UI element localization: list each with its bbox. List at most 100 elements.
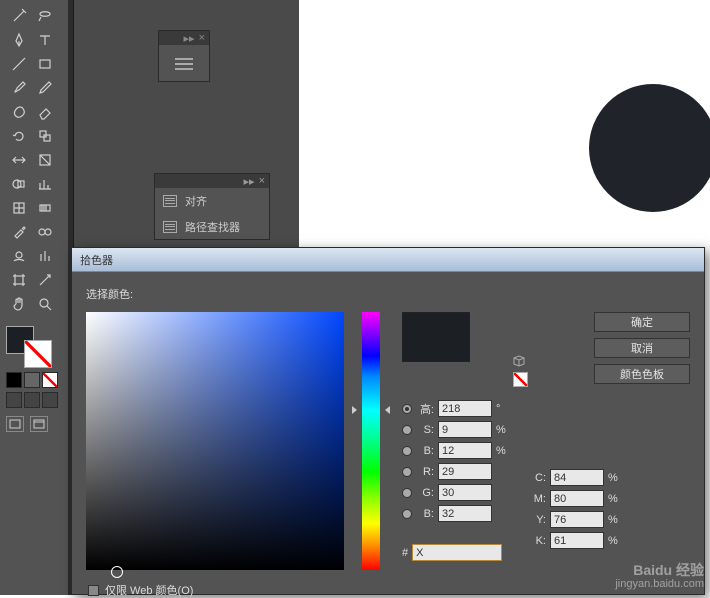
unit-m: % [608, 493, 618, 505]
tool-hand[interactable] [6, 292, 32, 316]
input-k[interactable] [550, 532, 604, 549]
tool-column[interactable] [32, 244, 58, 268]
draw-behind[interactable] [24, 392, 40, 408]
dialog-titlebar[interactable]: 拾色器 [72, 248, 704, 272]
collapse-icon[interactable]: ▸▸ [184, 32, 195, 45]
draw-inside[interactable] [42, 392, 58, 408]
input-s[interactable] [438, 421, 492, 438]
unit-k: % [608, 535, 618, 547]
hsb-rgb-inputs: 高:° S:% B:% R: G: B: [402, 400, 506, 526]
color-mode-row [6, 372, 62, 388]
tool-gradient[interactable] [32, 196, 58, 220]
tool-brush[interactable] [6, 76, 32, 100]
label-g: G: [416, 487, 434, 499]
panel-item-align[interactable]: 对齐 [155, 188, 269, 214]
ellipse-shape[interactable] [589, 84, 710, 212]
label-bb: B: [416, 508, 434, 520]
input-bv[interactable] [438, 442, 492, 459]
label-r: R: [416, 466, 434, 478]
tools-panel [0, 0, 68, 595]
tool-line[interactable] [6, 52, 32, 76]
tool-eraser[interactable] [32, 100, 58, 124]
panel-item-pathfinder[interactable]: 路径查找器 [155, 214, 269, 240]
radio-s[interactable] [402, 425, 412, 435]
tool-blend[interactable] [32, 220, 58, 244]
close-icon[interactable]: × [199, 32, 205, 44]
out-of-gamut-swatch[interactable] [513, 372, 528, 387]
hash-label: # [402, 547, 408, 559]
unit-s: % [496, 424, 506, 436]
tool-lasso[interactable] [32, 4, 58, 28]
unit-h: ° [496, 403, 506, 415]
select-color-label: 选择颜色: [86, 286, 690, 302]
web-only-row[interactable]: 仅限 Web 颜色(O) [88, 582, 193, 598]
label-s: S: [416, 424, 434, 436]
stroke-swatch[interactable] [24, 340, 52, 368]
tool-free[interactable] [32, 148, 58, 172]
screen-mode[interactable] [6, 416, 24, 432]
label-m: M: [528, 493, 546, 505]
tool-width[interactable] [6, 148, 32, 172]
panel-header-2[interactable]: ▸▸ × [155, 174, 269, 188]
tool-rotate[interactable] [6, 124, 32, 148]
radio-bb[interactable] [402, 509, 412, 519]
screen-mode-2[interactable] [30, 416, 48, 432]
tool-pen[interactable] [6, 28, 32, 52]
tool-graph[interactable] [32, 172, 58, 196]
hue-cursor[interactable] [352, 406, 390, 414]
panel-header[interactable]: ▸▸ × [159, 31, 209, 45]
tool-zoom[interactable] [32, 292, 58, 316]
radio-g[interactable] [402, 488, 412, 498]
input-hex[interactable] [412, 544, 502, 561]
tool-scale[interactable] [32, 124, 58, 148]
input-h[interactable] [438, 400, 492, 417]
input-m[interactable] [550, 490, 604, 507]
draw-mode-row [6, 392, 62, 408]
input-r[interactable] [438, 463, 492, 480]
hue-slider[interactable] [362, 312, 380, 570]
color-solid[interactable] [6, 372, 22, 388]
tool-rect[interactable] [32, 52, 58, 76]
pathfinder-icon [163, 221, 177, 233]
input-bb[interactable] [438, 505, 492, 522]
web-only-checkbox[interactable] [88, 585, 99, 596]
tool-pencil[interactable] [32, 76, 58, 100]
unit-c: % [608, 472, 618, 484]
sv-cursor[interactable] [111, 566, 123, 578]
menu-icon[interactable] [159, 45, 209, 83]
fill-stroke-swatch[interactable] [6, 326, 60, 366]
radio-r[interactable] [402, 467, 412, 477]
tool-shape[interactable] [6, 172, 32, 196]
ok-button[interactable]: 确定 [594, 312, 690, 332]
tool-wand[interactable] [6, 4, 32, 28]
input-g[interactable] [438, 484, 492, 501]
tool-slice[interactable] [32, 268, 58, 292]
tool-artboard[interactable] [6, 268, 32, 292]
tool-blob[interactable] [6, 100, 32, 124]
hex-row: # [402, 544, 502, 561]
label-bv: B: [416, 445, 434, 457]
tool-mesh[interactable] [6, 196, 32, 220]
color-none[interactable] [42, 372, 58, 388]
saturation-value-field[interactable] [86, 312, 344, 570]
color-gradient[interactable] [24, 372, 40, 388]
draw-normal[interactable] [6, 392, 22, 408]
collapse-icon[interactable]: ▸▸ [244, 175, 255, 188]
tool-eyedrop[interactable] [6, 220, 32, 244]
cancel-button[interactable]: 取消 [594, 338, 690, 358]
radio-h[interactable] [402, 404, 412, 414]
tool-symbol[interactable] [6, 244, 32, 268]
tool-type[interactable] [32, 28, 58, 52]
label-y: Y: [528, 514, 546, 526]
swatches-button[interactable]: 颜色色板 [594, 364, 690, 384]
panel-label: 路径查找器 [185, 219, 240, 235]
color-picker-dialog: 拾色器 选择颜色: 确定 取消 颜色色板 高:° S:% B:% R: G: B… [71, 247, 705, 595]
input-c[interactable] [550, 469, 604, 486]
cube-icon[interactable] [513, 355, 525, 367]
panel-label: 对齐 [185, 193, 207, 209]
input-y[interactable] [550, 511, 604, 528]
radio-b[interactable] [402, 446, 412, 456]
close-icon[interactable]: × [259, 175, 265, 187]
collapsed-panel[interactable]: ▸▸ × [158, 30, 210, 82]
web-only-label: 仅限 Web 颜色(O) [105, 582, 193, 598]
